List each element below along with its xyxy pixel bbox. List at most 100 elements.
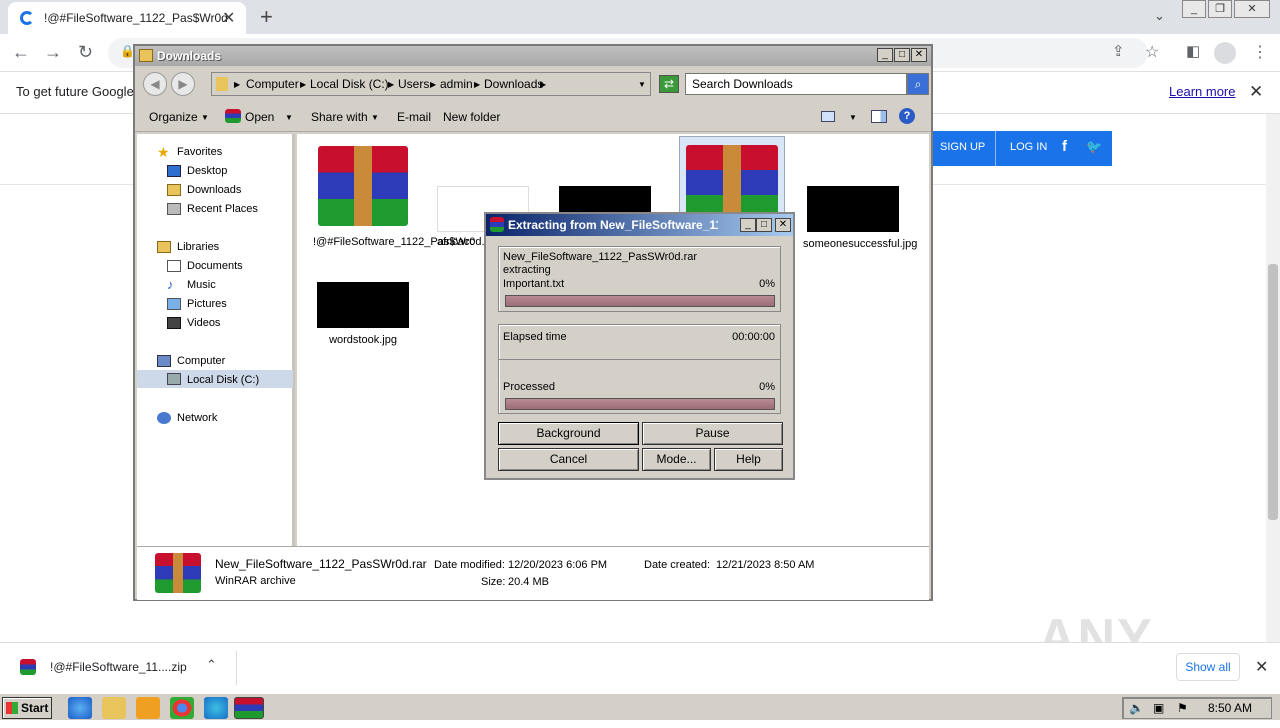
sign-up-button[interactable]: SIGN UP [940, 141, 985, 153]
email-button[interactable]: E-mail [397, 110, 431, 124]
open-button[interactable]: Open [245, 110, 274, 124]
refresh-icon[interactable]: ⇄ [659, 75, 679, 93]
dropdown-arrow-icon[interactable]: ▼ [638, 80, 646, 89]
back-icon[interactable]: ◀ [143, 72, 167, 96]
dialog-close-button[interactable]: ✕ [775, 218, 791, 232]
dialog-maximize-button[interactable]: □ [756, 218, 772, 232]
edge-icon[interactable] [204, 697, 228, 719]
nav-local-disk[interactable]: Local Disk (C:) [187, 374, 259, 386]
breadcrumb-admin[interactable]: admin [440, 77, 473, 91]
page-scrollbar[interactable] [1266, 114, 1280, 644]
winrar-archive-icon [155, 553, 201, 593]
profile-avatar[interactable] [1214, 42, 1236, 64]
tab-close-icon[interactable]: ✕ [222, 8, 235, 28]
background-button[interactable]: Background [498, 422, 639, 445]
preview-pane-icon[interactable] [871, 110, 887, 123]
nav-downloads[interactable]: Downloads [187, 184, 241, 196]
media-player-icon[interactable] [136, 697, 160, 719]
nav-desktop[interactable]: Desktop [187, 165, 227, 177]
restore-window-button[interactable]: ❐ [1208, 0, 1232, 18]
processed-label: Processed [503, 381, 555, 393]
winrar-taskbar-icon[interactable] [234, 697, 264, 719]
breadcrumb-downloads[interactable]: Downloads [484, 77, 543, 91]
dropdown-arrow-icon[interactable]: ▼ [201, 113, 209, 122]
scrollbar-thumb[interactable] [1268, 264, 1278, 520]
nav-computer[interactable]: Computer [177, 355, 225, 367]
local-disk-icon [167, 373, 181, 385]
back-arrow-icon[interactable]: ← [12, 42, 30, 63]
nav-music[interactable]: Music [187, 279, 216, 291]
chrome-icon[interactable] [170, 697, 194, 719]
dropdown-arrow-icon[interactable]: ▼ [371, 113, 379, 122]
chevron-up-icon[interactable]: ⌃ [206, 657, 217, 673]
nav-favorites[interactable]: Favorites [177, 146, 222, 158]
breadcrumb-local-disk[interactable]: Local Disk (C:) [310, 77, 389, 91]
dropdown-arrow-icon[interactable]: ▼ [285, 113, 293, 122]
explorer-minimize-button[interactable]: _ [877, 48, 893, 62]
twitter-icon[interactable]: 🐦 [1086, 139, 1102, 155]
explorer-maximize-button[interactable]: □ [894, 48, 910, 62]
search-input[interactable]: Search Downloads [685, 73, 907, 95]
dialog-minimize-button[interactable]: _ [740, 218, 756, 232]
search-icon[interactable]: ⌕ [907, 73, 929, 95]
help-icon[interactable]: ? [899, 108, 915, 124]
browser-tab[interactable]: !@#FileSoftware_1122_Pas$Wr0d ✕ [8, 2, 246, 34]
close-window-button[interactable]: ✕ [1234, 0, 1270, 18]
nav-recent-places[interactable]: Recent Places [187, 203, 258, 215]
image-thumbnail[interactable] [559, 186, 651, 212]
reload-icon[interactable]: ↻ [78, 42, 93, 63]
dropdown-arrow-icon[interactable]: ▼ [849, 113, 857, 122]
forward-icon[interactable]: ▶ [171, 72, 195, 96]
help-button[interactable]: Help [714, 448, 783, 471]
breadcrumb-users[interactable]: Users [398, 77, 429, 91]
start-button[interactable]: Start [2, 697, 52, 719]
new-folder-button[interactable]: New folder [443, 110, 500, 124]
file-item[interactable]: wordstook.jpg [313, 282, 413, 346]
tab-search-icon[interactable]: ⌄ [1154, 8, 1165, 24]
share-with-button[interactable]: Share with [311, 110, 368, 124]
breadcrumb[interactable]: ▶ Computer ▶ Local Disk (C:) ▶ Users ▶ a… [211, 72, 651, 96]
file-name: !@#FileSoftware_1122_Pas$Wr0d.zip [313, 236, 499, 248]
forward-arrow-icon[interactable]: → [44, 42, 62, 63]
pause-button[interactable]: Pause [642, 422, 783, 445]
nav-libraries[interactable]: Libraries [177, 241, 219, 253]
download-bar: !@#FileSoftware_11....zip ⌃ Show all ✕ [0, 642, 1280, 692]
flag-icon[interactable]: ⚑ [1177, 701, 1188, 715]
volume-icon[interactable]: 🔈 [1129, 701, 1144, 715]
log-in-button[interactable]: LOG IN [1010, 141, 1047, 153]
file-item[interactable]: !@#FileSoftware_1122_Pas$Wr0d.zip [313, 146, 499, 249]
details-file-name: New_FileSoftware_1122_PasSWr0d.rar [215, 557, 427, 571]
details-modified-label: Date modified: [434, 559, 505, 571]
details-file-type: WinRAR archive [215, 575, 296, 587]
info-bar-close-icon[interactable]: ✕ [1249, 82, 1263, 102]
winrar-icon [490, 217, 504, 232]
chevron-right-icon: ▶ [540, 80, 547, 89]
view-icon[interactable] [821, 111, 835, 122]
facebook-icon[interactable]: f [1062, 138, 1067, 155]
mode-button[interactable]: Mode... [642, 448, 711, 471]
bookmark-star-icon[interactable]: ☆ [1145, 42, 1159, 62]
explorer-close-button[interactable]: ✕ [911, 48, 927, 62]
internet-explorer-icon[interactable] [68, 697, 92, 719]
menu-dots-icon[interactable]: ⋮ [1252, 42, 1268, 62]
show-all-button[interactable]: Show all [1176, 653, 1240, 681]
nav-network[interactable]: Network [177, 412, 217, 424]
explorer-titlebar[interactable]: Downloads _ □ ✕ [135, 46, 931, 66]
side-panel-icon[interactable]: ◧ [1186, 42, 1200, 60]
minimize-window-button[interactable]: _ [1182, 0, 1206, 18]
new-tab-button[interactable]: + [260, 4, 273, 30]
nav-pictures[interactable]: Pictures [187, 298, 227, 310]
dialog-titlebar[interactable]: Extracting from New_FileSoftware_112... … [486, 214, 793, 236]
network-tray-icon[interactable]: ▣ [1153, 701, 1164, 715]
share-icon[interactable]: ⇪ [1112, 42, 1125, 60]
nav-videos[interactable]: Videos [187, 317, 220, 329]
download-item-name[interactable]: !@#FileSoftware_11....zip [50, 660, 187, 674]
file-explorer-icon[interactable] [102, 697, 126, 719]
file-item[interactable]: someonesuccessful.jpg [803, 186, 917, 251]
organize-button[interactable]: Organize [149, 110, 198, 124]
nav-documents[interactable]: Documents [187, 260, 243, 272]
learn-more-link[interactable]: Learn more [1169, 84, 1235, 99]
download-bar-close-icon[interactable]: ✕ [1255, 657, 1268, 677]
breadcrumb-computer[interactable]: Computer [246, 77, 299, 91]
cancel-button[interactable]: Cancel [498, 448, 639, 471]
